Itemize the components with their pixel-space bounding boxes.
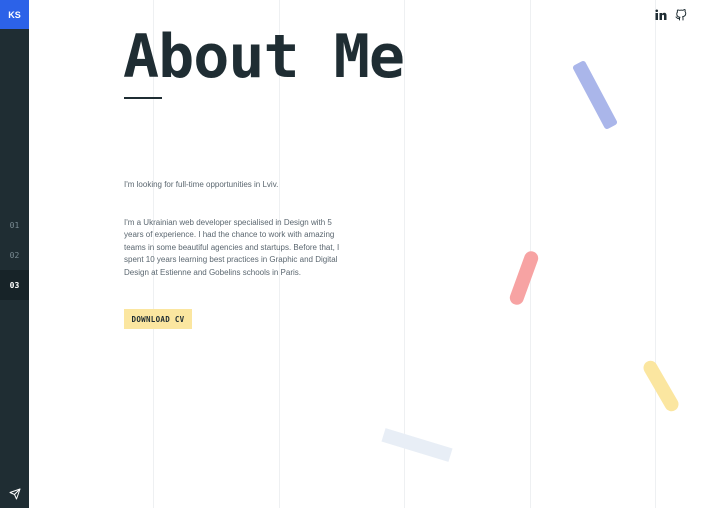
github-icon: [675, 8, 686, 20]
grid-line: [404, 0, 405, 508]
decorative-yellow-bar: [640, 358, 682, 414]
sidebar: KS 01 02 03: [0, 0, 29, 508]
sidebar-item-01[interactable]: 01: [0, 210, 29, 240]
decorative-red-bar: [507, 249, 541, 307]
decorative-light-bar: [381, 428, 453, 462]
bio-text: I'm a Ukrainian web developer specialise…: [124, 218, 340, 277]
sidebar-item-02[interactable]: 02: [0, 240, 29, 270]
intro-text: I'm looking for full-time opportunities …: [124, 180, 279, 189]
linkedin-link[interactable]: [654, 8, 667, 21]
logo[interactable]: KS: [0, 0, 29, 29]
title-underline: [124, 97, 162, 99]
send-icon: [9, 488, 20, 499]
sidebar-item-03[interactable]: 03: [0, 270, 29, 300]
github-link[interactable]: [674, 8, 687, 21]
linkedin-icon: [654, 8, 666, 20]
grid-line: [655, 0, 656, 508]
download-cv-button[interactable]: DOWNLOAD CV: [124, 309, 192, 329]
decorative-blue-bar: [571, 59, 619, 131]
page-title: About Me: [123, 22, 405, 92]
send-button[interactable]: [0, 479, 29, 508]
